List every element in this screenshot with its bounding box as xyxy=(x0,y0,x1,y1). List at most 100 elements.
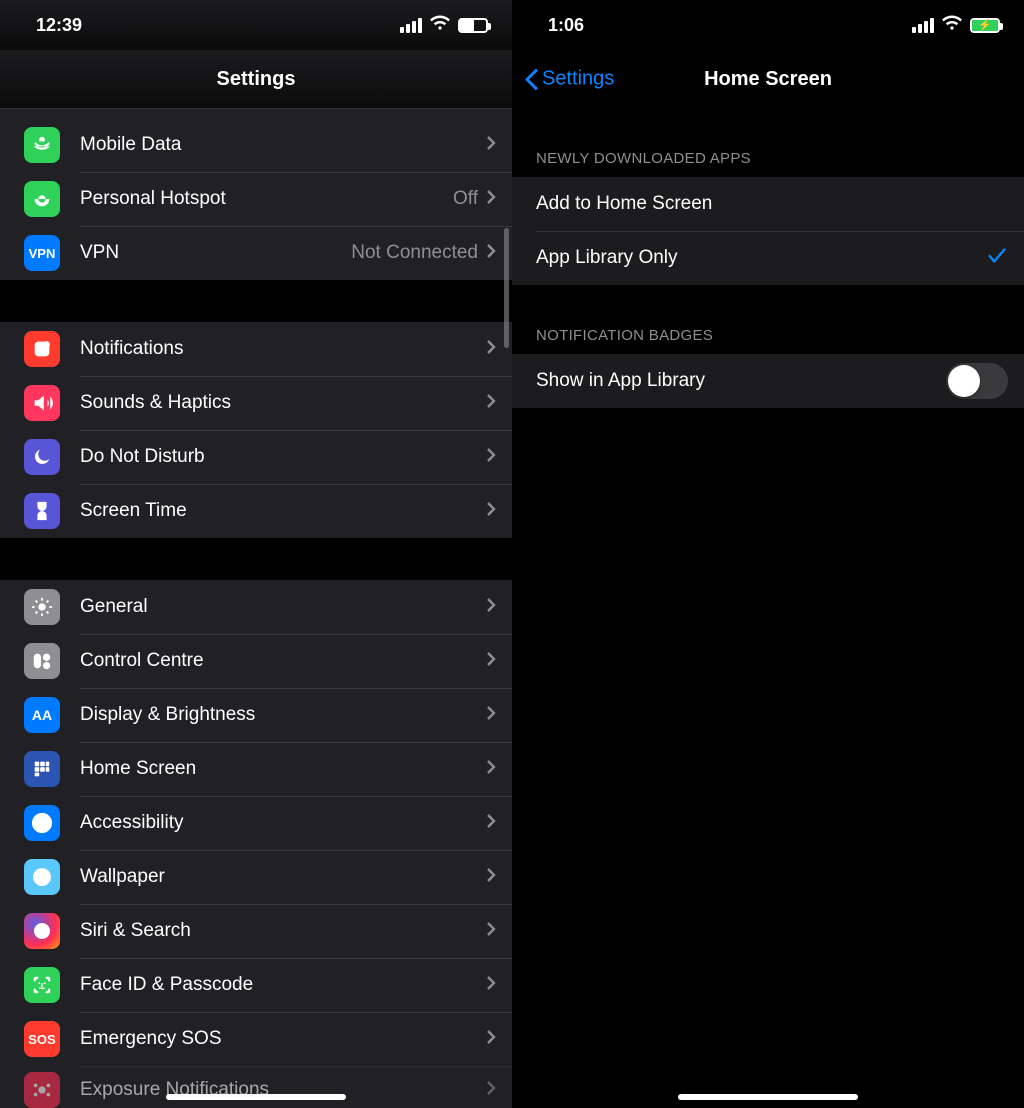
row-label: Wallpaper xyxy=(80,866,486,888)
row-label: Sounds & Haptics xyxy=(80,392,486,414)
home-indicator[interactable] xyxy=(166,1094,346,1100)
row-label: Control Centre xyxy=(80,650,486,672)
row-sos[interactable]: SOS Emergency SOS xyxy=(0,1012,512,1066)
option-app-library-only[interactable]: App Library Only xyxy=(512,231,1024,285)
row-label: Siri & Search xyxy=(80,920,486,942)
wifi-icon xyxy=(942,13,962,38)
row-screentime[interactable]: Screen Time xyxy=(0,484,512,538)
row-sounds[interactable]: Sounds & Haptics xyxy=(0,376,512,430)
back-button[interactable]: Settings xyxy=(524,68,614,91)
row-value: Not Connected xyxy=(351,242,478,264)
row-display[interactable]: AA Display & Brightness xyxy=(0,688,512,742)
row-value: Off xyxy=(453,188,478,210)
status-time: 1:06 xyxy=(548,15,584,36)
gear-icon xyxy=(24,589,60,625)
settings-list[interactable]: Mobile Data Personal Hotspot Off VPN VPN… xyxy=(0,108,512,1108)
row-label: Add to Home Screen xyxy=(536,193,1008,215)
row-dnd[interactable]: Do Not Disturb xyxy=(0,430,512,484)
chevron-right-icon xyxy=(486,243,496,264)
chevron-right-icon xyxy=(486,975,496,996)
chevron-right-icon xyxy=(486,813,496,834)
row-accessibility[interactable]: Accessibility xyxy=(0,796,512,850)
status-icons xyxy=(400,13,488,38)
row-label: VPN xyxy=(80,242,351,264)
chevron-right-icon xyxy=(486,339,496,360)
siri-icon xyxy=(24,913,60,949)
row-notifications[interactable]: Notifications xyxy=(0,322,512,376)
nav-bar: Settings xyxy=(0,50,512,108)
option-add-to-home-screen[interactable]: Add to Home Screen xyxy=(512,177,1024,231)
chevron-right-icon xyxy=(486,135,496,156)
battery-charging-icon: ⚡ xyxy=(970,18,1000,33)
notifications-icon xyxy=(24,331,60,367)
row-label: Screen Time xyxy=(80,500,486,522)
scroll-indicator[interactable] xyxy=(504,228,509,348)
chevron-right-icon xyxy=(486,447,496,468)
chevron-right-icon xyxy=(486,189,496,210)
group-newly-downloaded: Add to Home Screen App Library Only xyxy=(512,177,1024,285)
home-screen-settings: 1:06 ⚡ Settings Home Screen Newly Downlo… xyxy=(512,0,1024,1108)
row-label: Accessibility xyxy=(80,812,486,834)
row-show-in-app-library[interactable]: Show in App Library xyxy=(512,354,1024,408)
chevron-right-icon xyxy=(486,651,496,672)
chevron-right-icon xyxy=(486,597,496,618)
accessibility-icon xyxy=(24,805,60,841)
chevron-right-icon xyxy=(486,921,496,942)
row-label: Emergency SOS xyxy=(80,1028,486,1050)
wifi-icon xyxy=(430,13,450,38)
settings-group-general: General Control Centre AA Display & Brig… xyxy=(0,580,512,1108)
display-icon: AA xyxy=(24,697,60,733)
page-title: Settings xyxy=(217,68,296,91)
settings-group-notifications: Notifications Sounds & Haptics Do Not Di… xyxy=(0,322,512,538)
sounds-icon xyxy=(24,385,60,421)
row-general[interactable]: General xyxy=(0,580,512,634)
row-siri[interactable]: Siri & Search xyxy=(0,904,512,958)
row-label: Notifications xyxy=(80,338,486,360)
row-personal-hotspot[interactable]: Personal Hotspot Off xyxy=(0,172,512,226)
section-header-newly-downloaded: Newly Downloaded Apps xyxy=(512,108,1024,177)
faceid-icon xyxy=(24,967,60,1003)
signal-icon xyxy=(400,18,422,33)
signal-icon xyxy=(912,18,934,33)
row-home-screen[interactable]: Home Screen xyxy=(0,742,512,796)
home-screen-icon xyxy=(24,751,60,787)
nav-bar: Settings Home Screen xyxy=(512,50,1024,108)
chevron-right-icon xyxy=(486,1029,496,1050)
vpn-icon: VPN xyxy=(24,235,60,271)
toggle-show-in-app-library[interactable] xyxy=(946,363,1008,399)
chevron-right-icon xyxy=(486,1080,496,1101)
battery-icon xyxy=(458,18,488,33)
section-header-notification-badges: Notification Badges xyxy=(512,285,1024,354)
row-label: Face ID & Passcode xyxy=(80,974,486,996)
chevron-right-icon xyxy=(486,501,496,522)
checkmark-icon xyxy=(986,245,1008,272)
row-label: Display & Brightness xyxy=(80,704,486,726)
exposure-icon xyxy=(24,1072,60,1108)
row-faceid[interactable]: Face ID & Passcode xyxy=(0,958,512,1012)
row-wallpaper[interactable]: Wallpaper xyxy=(0,850,512,904)
row-control-centre[interactable]: Control Centre xyxy=(0,634,512,688)
hotspot-icon xyxy=(24,181,60,217)
chevron-right-icon xyxy=(486,393,496,414)
settings-group-connectivity: Mobile Data Personal Hotspot Off VPN VPN… xyxy=(0,114,512,280)
sos-icon: SOS xyxy=(24,1021,60,1057)
status-bar: 12:39 xyxy=(0,0,512,50)
row-mobile-data[interactable]: Mobile Data xyxy=(0,118,512,172)
row-label: Show in App Library xyxy=(536,370,946,392)
status-time: 12:39 xyxy=(36,15,82,36)
group-notification-badges: Show in App Library xyxy=(512,354,1024,408)
home-indicator[interactable] xyxy=(678,1094,858,1100)
row-label: Home Screen xyxy=(80,758,486,780)
row-exposure-notifications[interactable]: Exposure Notifications xyxy=(0,1066,512,1108)
status-icons: ⚡ xyxy=(912,13,1000,38)
dnd-icon xyxy=(24,439,60,475)
row-label: Personal Hotspot xyxy=(80,188,453,210)
chevron-right-icon xyxy=(486,867,496,888)
row-vpn[interactable]: VPN VPN Not Connected xyxy=(0,226,512,280)
mobile-data-icon xyxy=(24,127,60,163)
screentime-icon xyxy=(24,493,60,529)
row-label: App Library Only xyxy=(536,247,986,269)
page-title: Home Screen xyxy=(704,68,832,91)
row-label: General xyxy=(80,596,486,618)
settings-screen: 12:39 Settings Mobile Data xyxy=(0,0,512,1108)
